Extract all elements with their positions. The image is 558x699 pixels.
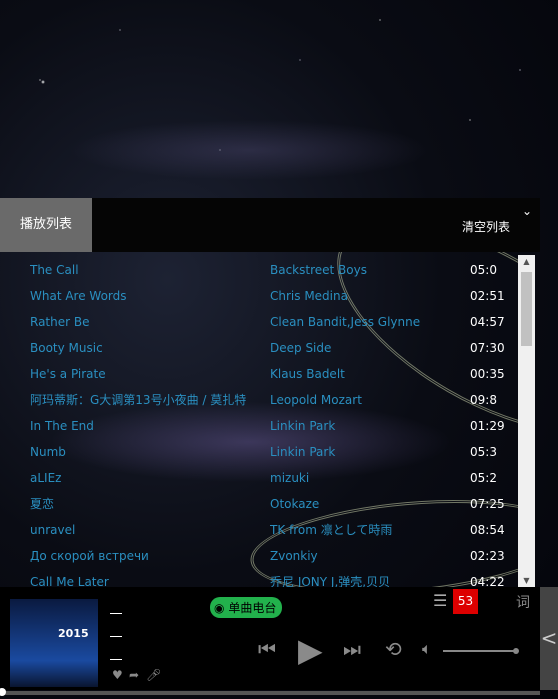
song-artist: mizuki bbox=[270, 471, 310, 485]
album-cover[interactable]: 2015 bbox=[10, 599, 98, 687]
clear-playlist-button[interactable]: 清空列表 bbox=[462, 218, 510, 235]
player-bar: 2015 ♥ ➦ 🎤︎ ◉ 单曲电台 ⏮ ▶ ⏭ ⟲ 🔈︎ ☰ 53 词 bbox=[0, 587, 540, 690]
song-duration: 08:54 bbox=[470, 523, 505, 537]
single-radio-button[interactable]: ◉ 单曲电台 bbox=[210, 597, 283, 618]
song-title: Booty Music bbox=[30, 341, 103, 355]
progress-handle[interactable] bbox=[0, 688, 6, 696]
album-cover-text: 2015 bbox=[58, 627, 89, 640]
song-title: 夏恋 bbox=[30, 497, 55, 511]
heart-icon[interactable]: ♥ bbox=[112, 668, 123, 682]
repeat-icon[interactable]: ⟲ bbox=[385, 637, 402, 661]
song-title: What Are Words bbox=[30, 289, 127, 303]
song-row[interactable]: До скорой встречи Zvonkiy 02:23 bbox=[0, 543, 518, 569]
chevron-down-icon[interactable]: ⌄ bbox=[522, 204, 532, 218]
collapse-player-button[interactable]: < bbox=[540, 587, 558, 690]
volume-handle[interactable] bbox=[513, 648, 519, 654]
song-title-placeholder bbox=[110, 613, 122, 614]
play-icon[interactable]: ▶ bbox=[298, 631, 323, 669]
song-artist: Zvonkiy bbox=[270, 549, 318, 563]
scrollbar[interactable]: ▲ ▼ bbox=[518, 255, 535, 587]
song-artist: Deep Side bbox=[270, 341, 332, 355]
song-row[interactable]: Call Me Later 乔尼 JONY J,弹壳,贝贝 04:22 bbox=[0, 569, 518, 587]
song-row[interactable]: 阿玛蒂斯：G大调第13号小夜曲 / 莫扎特 Leopold Mozart 09:8 bbox=[0, 387, 518, 413]
progress-bar[interactable] bbox=[0, 688, 540, 696]
song-artist: Otokaze bbox=[270, 497, 320, 511]
scroll-down-icon[interactable]: ▼ bbox=[518, 576, 535, 585]
volume-icon[interactable]: 🔈︎ bbox=[422, 639, 432, 659]
share-icon[interactable]: ➦ bbox=[129, 668, 139, 682]
song-artist: Chris Medina bbox=[270, 289, 348, 303]
album-placeholder bbox=[110, 659, 122, 660]
song-title: Call Me Later bbox=[30, 575, 109, 587]
song-artist: Leopold Mozart bbox=[270, 393, 362, 407]
song-duration: 05:3 bbox=[470, 445, 497, 459]
song-row[interactable]: Booty Music Deep Side 07:30 bbox=[0, 335, 518, 361]
song-title: Numb bbox=[30, 445, 66, 459]
song-artist: TK from 凛として時雨 bbox=[270, 523, 393, 537]
scrollbar-thumb[interactable] bbox=[521, 272, 532, 346]
song-duration: 09:8 bbox=[470, 393, 497, 407]
playlist: The Call Backstreet Boys 05:0 What Are Word… bbox=[0, 252, 518, 587]
song-row[interactable]: aLIEz mizuki 05:2 bbox=[0, 465, 518, 491]
song-artist: Clean Bandit,Jess Glynne bbox=[270, 315, 421, 329]
song-duration: 02:23 bbox=[470, 549, 505, 563]
song-row[interactable]: unravel TK from 凛として時雨 08:54 bbox=[0, 517, 518, 543]
song-duration: 01:29 bbox=[470, 419, 505, 433]
song-row[interactable]: In The End Linkin Park 01:29 bbox=[0, 413, 518, 439]
song-title: aLIEz bbox=[30, 471, 62, 485]
playlist-header: 播放列表 清空列表 ⌄ bbox=[0, 198, 540, 252]
song-duration: 07:30 bbox=[470, 341, 505, 355]
song-title: Rather Be bbox=[30, 315, 90, 329]
song-title: До скорой встречи bbox=[30, 549, 149, 563]
song-duration: 05:0 bbox=[470, 263, 497, 277]
song-row[interactable]: Numb Linkin Park 05:3 bbox=[0, 439, 518, 465]
song-title: In The End bbox=[30, 419, 94, 433]
artist-placeholder bbox=[110, 636, 122, 637]
song-duration: 00:35 bbox=[470, 367, 505, 381]
next-icon[interactable]: ⏭ bbox=[343, 637, 361, 661]
volume-slider[interactable] bbox=[443, 648, 519, 654]
song-row[interactable]: 夏恋 Otokaze 07:25 bbox=[0, 491, 518, 517]
playlist-count-badge[interactable]: 53 bbox=[453, 589, 478, 614]
song-artist: Linkin Park bbox=[270, 445, 336, 459]
song-title: He's a Pirate bbox=[30, 367, 106, 381]
song-title: 阿玛蒂斯：G大调第13号小夜曲 / 莫扎特 bbox=[30, 393, 247, 407]
song-duration: 07:25 bbox=[470, 497, 505, 511]
song-title: The Call bbox=[30, 263, 79, 277]
song-duration: 04:22 bbox=[470, 575, 505, 587]
song-artist: Klaus Badelt bbox=[270, 367, 345, 381]
song-duration: 02:51 bbox=[470, 289, 505, 303]
radio-label: 单曲电台 bbox=[228, 601, 277, 615]
song-row[interactable]: The Call Backstreet Boys 05:0 bbox=[0, 257, 518, 283]
microphone-icon[interactable]: 🎤︎ bbox=[146, 668, 161, 682]
scroll-up-icon[interactable]: ▲ bbox=[518, 257, 535, 266]
song-duration: 05:2 bbox=[470, 471, 497, 485]
playlist-icon[interactable]: ☰ bbox=[433, 591, 447, 610]
song-row[interactable]: What Are Words Chris Medina 02:51 bbox=[0, 283, 518, 309]
song-artist: 乔尼 JONY J,弹壳,贝贝 bbox=[270, 575, 391, 587]
song-artist: Linkin Park bbox=[270, 419, 336, 433]
song-artist: Backstreet Boys bbox=[270, 263, 367, 277]
previous-icon[interactable]: ⏮ bbox=[258, 637, 276, 661]
lyrics-button[interactable]: 词 bbox=[516, 592, 530, 612]
radio-icon: ◉ bbox=[214, 601, 225, 615]
song-duration: 04:57 bbox=[470, 315, 505, 329]
song-row[interactable]: He's a Pirate Klaus Badelt 00:35 bbox=[0, 361, 518, 387]
tab-playlist[interactable]: 播放列表 bbox=[0, 198, 92, 252]
song-title: unravel bbox=[30, 523, 76, 537]
song-row[interactable]: Rather Be Clean Bandit,Jess Glynne 04:57 bbox=[0, 309, 518, 335]
